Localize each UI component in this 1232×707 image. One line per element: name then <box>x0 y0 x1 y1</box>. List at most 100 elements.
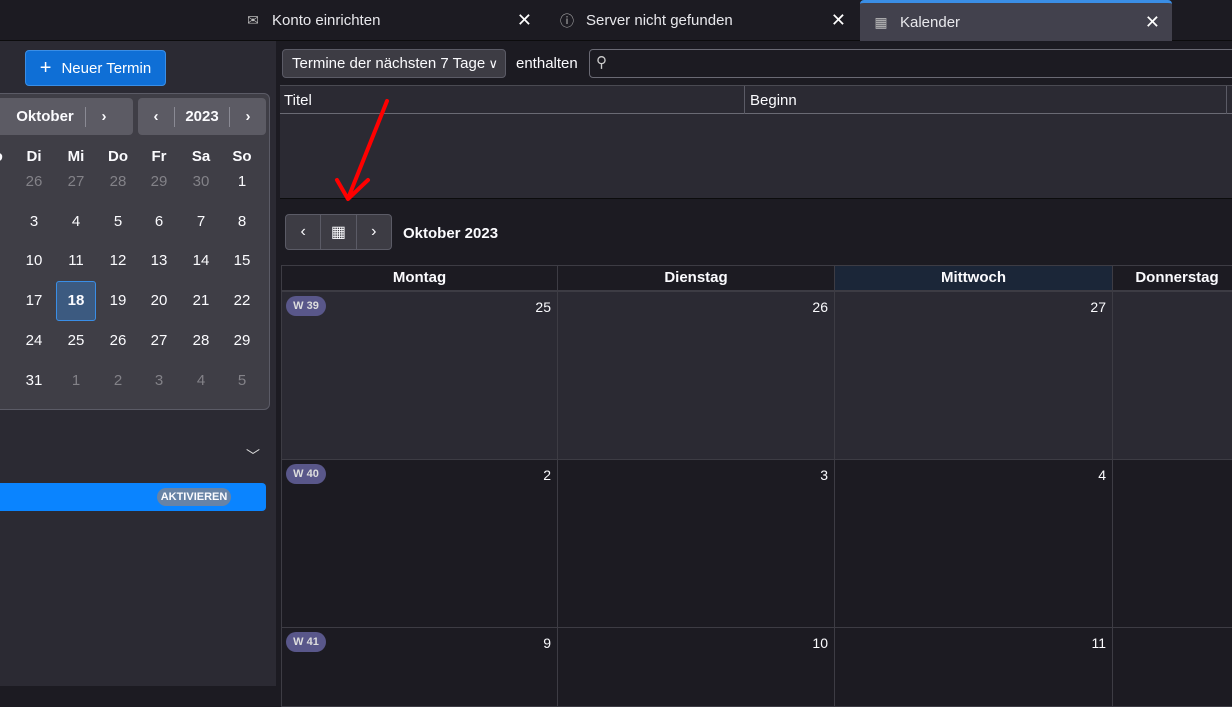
close-icon[interactable]: ✕ <box>1145 12 1160 33</box>
day-cell[interactable]: 21 <box>181 292 221 309</box>
day-cell[interactable]: 5 <box>222 372 262 389</box>
mini-calendar: Oktober › ‹ 2023 › MoDiMiDoFrSaSo2627282… <box>0 93 270 410</box>
day-cell[interactable]: 18 <box>56 281 96 321</box>
tab-label: Konto einrichten <box>272 12 381 29</box>
activate-banner: AKTIVIEREN <box>0 483 266 511</box>
day-number: 2 <box>543 467 551 483</box>
view-title: Oktober 2023 <box>403 225 499 242</box>
main-pane: Termine der nächsten 7 Tage ∨ enthalten ⚲… <box>280 41 1232 707</box>
tab-konto-einrichten[interactable]: ✉ Konto einrichten ✕ <box>244 0 544 41</box>
tab-server-nicht-gefunden[interactable]: ⓘ Server nicht gefunden ✕ <box>558 0 858 41</box>
day-cell[interactable]: 25 <box>56 332 96 349</box>
day-cell[interactable]: 2 <box>98 372 138 389</box>
day-column-header: Montag <box>281 265 558 291</box>
day-cell[interactable]: 27 <box>834 291 1113 460</box>
column-title[interactable]: Titel <box>284 92 312 109</box>
prev-button[interactable]: ‹ <box>286 215 322 249</box>
day-cell[interactable]: 27 <box>56 173 96 190</box>
day-number: 25 <box>535 299 551 315</box>
day-column-header: Mittwoch <box>834 265 1113 291</box>
day-cell[interactable]: 3 <box>139 372 179 389</box>
chevron-down-icon[interactable]: ﹀ <box>246 446 260 466</box>
day-cell[interactable]: 29 <box>139 173 179 190</box>
day-cell[interactable]: 17 <box>14 292 54 309</box>
new-event-label: Neuer Termin <box>61 59 152 77</box>
day-cell[interactable]: 11 <box>834 627 1113 707</box>
day-cell[interactable]: 28 <box>98 173 138 190</box>
plus-icon: + <box>39 56 52 79</box>
next-year-button[interactable]: › <box>230 98 266 135</box>
event-list <box>280 114 1232 199</box>
day-cell[interactable]: 4 <box>181 372 221 389</box>
day-cell[interactable]: 15 <box>222 252 262 269</box>
day-cell[interactable]: 4 <box>56 213 96 230</box>
day-cell[interactable]: 13 <box>139 252 179 269</box>
year-label: 2023 <box>185 108 219 125</box>
day-cell[interactable]: 5 <box>98 213 138 230</box>
next-button[interactable]: › <box>357 215 391 249</box>
day-cell[interactable]: 22 <box>222 292 262 309</box>
event-filter-select[interactable]: Termine der nächsten 7 Tage ∨ <box>282 49 506 78</box>
day-number: 26 <box>812 299 828 315</box>
day-cell[interactable]: W 39 25 <box>281 291 558 460</box>
day-cell[interactable]: 19 <box>98 292 138 309</box>
activate-button[interactable]: AKTIVIEREN <box>157 488 231 506</box>
event-list-header: Titel Beginn <box>280 85 1232 114</box>
day-cell[interactable]: 28 <box>181 332 221 349</box>
day-cell[interactable]: 8 <box>222 213 262 230</box>
day-cell[interactable]: 3 <box>14 213 54 230</box>
weekday-header: Di <box>26 148 42 165</box>
day-cell[interactable]: 3 <box>557 459 835 628</box>
day-cell[interactable]: 1 <box>222 173 262 190</box>
day-cell[interactable]: 30 <box>181 173 221 190</box>
weekday-header: Mo <box>0 148 12 165</box>
day-cell[interactable]: W 41 9 <box>281 627 558 707</box>
close-icon[interactable]: ✕ <box>517 10 532 31</box>
contains-label: enthalten <box>516 55 578 72</box>
search-icon: ⚲ <box>596 54 607 71</box>
day-cell[interactable]: 10 <box>557 627 835 707</box>
day-cell[interactable]: 11 <box>56 252 96 269</box>
tab-kalender[interactable]: ▦ Kalender ✕ <box>860 0 1172 41</box>
column-start[interactable]: Beginn <box>750 92 797 109</box>
next-month-button[interactable]: › <box>86 98 122 135</box>
weekday-header: Sa <box>191 148 211 165</box>
day-cell[interactable]: 14 <box>181 252 221 269</box>
new-event-button[interactable]: + Neuer Termin <box>25 50 166 86</box>
day-cell[interactable]: 4 <box>834 459 1113 628</box>
day-cell[interactable]: 1 <box>56 372 96 389</box>
calendar-icon: ▦ <box>874 13 888 30</box>
mail-add-icon: ✉ <box>247 12 259 28</box>
day-cell[interactable]: 26 <box>98 332 138 349</box>
day-cell[interactable]: 6 <box>139 213 179 230</box>
day-cell[interactable] <box>1112 291 1232 460</box>
year-nav: ‹ 2023 › <box>138 98 266 135</box>
day-cell[interactable]: 12 <box>98 252 138 269</box>
day-number: 9 <box>543 635 551 651</box>
close-icon[interactable]: ✕ <box>831 10 846 31</box>
day-cell[interactable]: 24 <box>14 332 54 349</box>
day-cell[interactable]: 31 <box>14 372 54 389</box>
day-cell[interactable] <box>1112 459 1232 628</box>
week-badge: W 41 <box>286 632 326 652</box>
month-nav: Oktober › <box>0 98 133 135</box>
search-input[interactable]: ⚲ <box>589 49 1232 78</box>
day-number: 10 <box>812 635 828 651</box>
weekday-header: So <box>232 148 252 165</box>
day-cell[interactable]: 26 <box>14 173 54 190</box>
today-calendar-icon[interactable]: ▦ <box>321 215 357 249</box>
day-cell[interactable] <box>1112 627 1232 707</box>
day-number: 4 <box>1098 467 1106 483</box>
day-number: 27 <box>1090 299 1106 315</box>
day-cell[interactable]: 26 <box>557 291 835 460</box>
weekday-header: Fr <box>151 148 167 165</box>
day-cell[interactable]: W 40 2 <box>281 459 558 628</box>
day-cell[interactable]: 29 <box>222 332 262 349</box>
day-column-header: Donnerstag <box>1112 265 1232 291</box>
prev-year-button[interactable]: ‹ <box>138 98 174 135</box>
tab-label: Server nicht gefunden <box>586 12 733 29</box>
day-cell[interactable]: 20 <box>139 292 179 309</box>
day-cell[interactable]: 7 <box>181 213 221 230</box>
day-cell[interactable]: 27 <box>139 332 179 349</box>
day-cell[interactable]: 10 <box>14 252 54 269</box>
